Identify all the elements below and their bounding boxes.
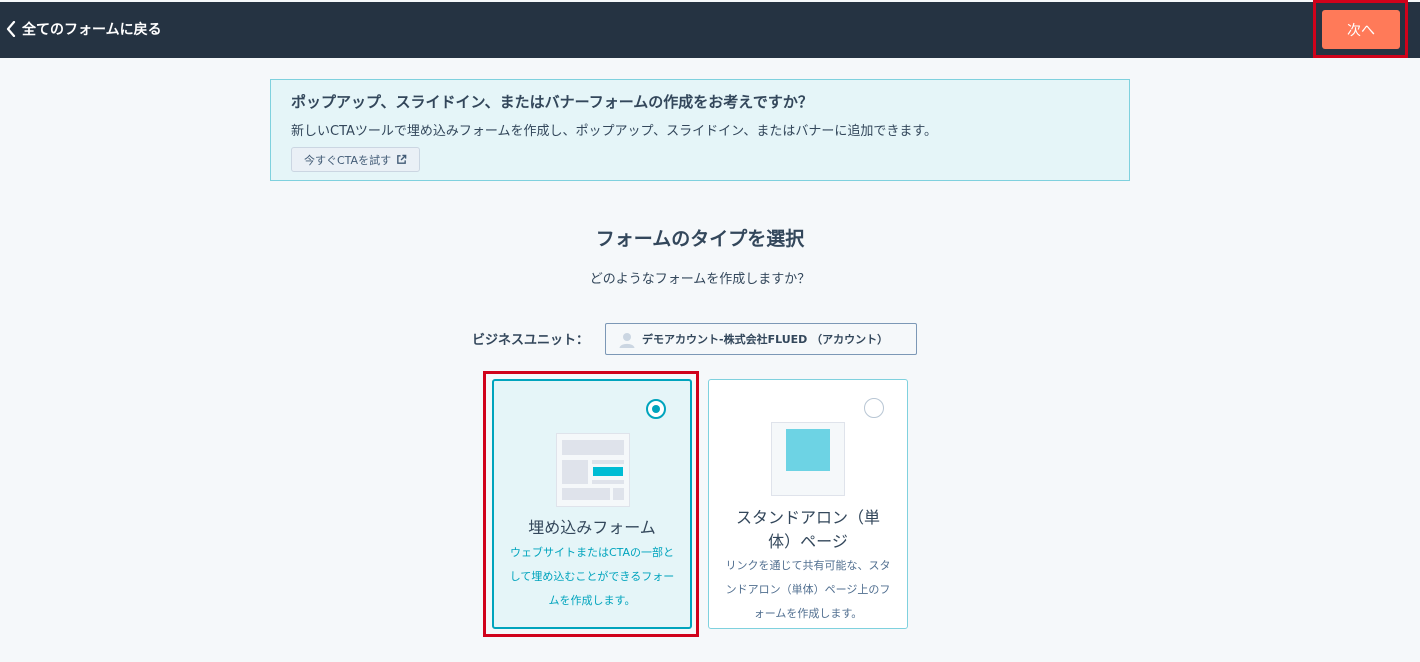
external-link-icon — [397, 154, 407, 164]
business-unit-select[interactable]: デモアカウント-株式会社FLUED （アカウント） — [605, 323, 917, 355]
user-avatar-icon — [619, 333, 635, 348]
standalone-page-card[interactable]: スタンドアロン（単体）ページ リンクを通じて共有可能な、スタンドアロン（単体）ペ… — [708, 379, 908, 629]
back-link-label: 全てのフォームに戻る — [22, 22, 162, 38]
standalone-page-illustration-icon — [771, 422, 845, 496]
chevron-left-icon — [6, 21, 16, 37]
embedded-form-illustration-icon — [556, 433, 630, 507]
embedded-form-radio[interactable] — [646, 399, 666, 419]
business-unit-label: ビジネスユニット： — [472, 333, 590, 348]
page-subtitle: どのようなフォームを作成しますか？ — [589, 272, 811, 287]
next-button[interactable]: 次へ — [1322, 10, 1400, 49]
banner-text: 新しいCTAツールで埋め込みフォームを作成し、ポップアップ、スライドイン、または… — [291, 124, 938, 139]
banner-title: ポップアップ、スライドイン、またはバナーフォームの作成をお考えですか？ — [291, 93, 813, 111]
business-unit-value: デモアカウント-株式会社FLUED （アカウント） — [642, 333, 889, 346]
embedded-form-title: 埋め込みフォーム — [528, 518, 656, 537]
standalone-page-title: スタンドアロン（単体）ページ — [735, 508, 880, 551]
try-cta-button[interactable]: 今すぐCTAを試す — [291, 147, 421, 172]
try-cta-label: 今すぐCTAを試す — [304, 153, 392, 167]
top-navigation-bar: 全てのフォームに戻る — [0, 2, 1420, 58]
embedded-form-description: ウェブサイトまたはCTAの一部として埋め込むことができるフォームを作成します。 — [509, 546, 675, 607]
cta-info-banner: ポップアップ、スライドイン、またはバナーフォームの作成をお考えですか？ 新しいC… — [270, 79, 1130, 181]
standalone-page-description: リンクを通じて共有可能な、スタンドアロン（単体）ページ上のフォームを作成します。 — [725, 559, 891, 620]
page-title: フォームのタイプを選択 — [595, 228, 805, 250]
embedded-form-card[interactable]: 埋め込みフォーム ウェブサイトまたはCTAの一部として埋め込むことができるフォー… — [492, 379, 692, 629]
standalone-page-radio[interactable] — [864, 398, 884, 418]
back-to-all-forms-link[interactable]: 全てのフォームに戻る — [6, 19, 162, 39]
